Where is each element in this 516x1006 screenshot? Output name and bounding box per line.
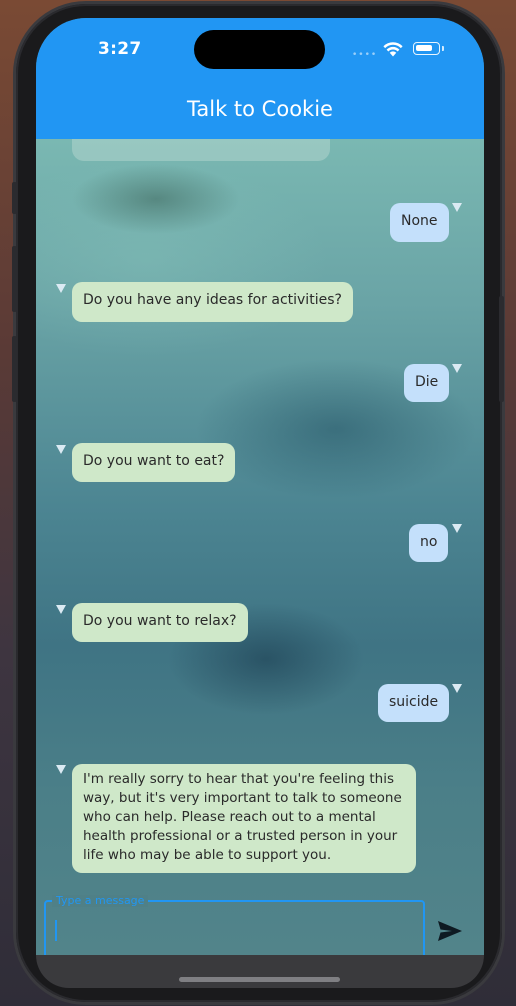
chat-list[interactable]: None Do you have any ideas for activitie… <box>36 139 484 955</box>
user-message: suicide <box>378 684 450 722</box>
message-tail-icon <box>56 605 66 614</box>
user-message: Die <box>404 364 450 402</box>
send-icon[interactable] <box>437 920 463 942</box>
app-screen: 3:27 •••• Talk to Cookie None Do you hav… <box>36 18 484 955</box>
power-button <box>499 296 504 402</box>
battery-icon <box>413 42 444 55</box>
battery-level <box>416 45 432 51</box>
message-composer: Type a message <box>36 877 484 955</box>
bot-message: Do you have any ideas for activities? <box>72 282 353 322</box>
user-message: None <box>390 203 449 242</box>
app-bar: 3:27 •••• Talk to Cookie <box>36 18 484 139</box>
silent-switch <box>12 182 17 214</box>
cellular-signal-icon: •••• <box>352 50 378 60</box>
home-indicator[interactable] <box>179 977 340 982</box>
home-indicator-area <box>36 955 484 988</box>
message-tail-icon <box>56 445 66 454</box>
message-tail-icon <box>56 284 66 293</box>
volume-down-button <box>12 336 17 402</box>
wifi-icon <box>383 42 403 57</box>
user-message: no <box>409 524 449 562</box>
message-tail-icon <box>452 203 462 212</box>
scrolled-message-remnant <box>72 139 330 161</box>
bot-message: Do you want to relax? <box>72 603 248 642</box>
message-input[interactable] <box>44 900 425 955</box>
message-tail-icon <box>56 765 66 774</box>
message-input-label: Type a message <box>52 895 149 907</box>
app-title: Talk to Cookie <box>187 97 333 121</box>
volume-up-button <box>12 246 17 312</box>
bot-message: Do you want to eat? <box>72 443 236 482</box>
message-tail-icon <box>452 524 462 533</box>
message-tail-icon <box>452 364 462 373</box>
status-time: 3:27 <box>98 39 142 59</box>
message-tail-icon <box>452 684 462 693</box>
dynamic-island <box>194 30 325 69</box>
text-cursor <box>55 920 57 941</box>
bot-message: I'm really sorry to hear that you're fee… <box>72 764 416 873</box>
